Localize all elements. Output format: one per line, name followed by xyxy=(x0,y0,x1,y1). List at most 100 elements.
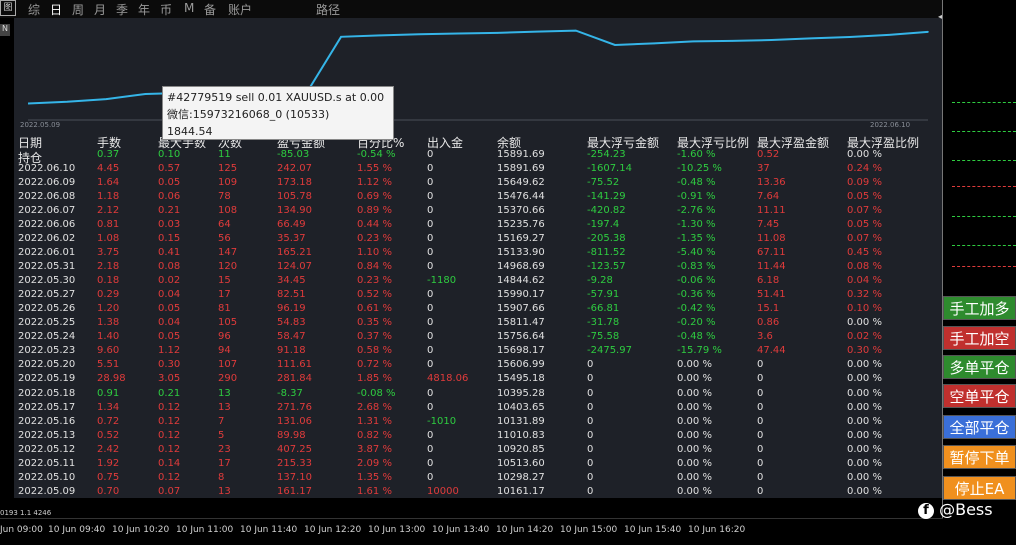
cell-lots: 1.34 xyxy=(97,401,120,413)
chart-menu-icon[interactable]: 图 xyxy=(0,0,16,16)
cell-max-lots: 0.12 xyxy=(158,401,181,413)
cell-max-floating-loss-pct: 0.00 % xyxy=(677,457,712,469)
cell-date: 2022.06.06 xyxy=(18,219,76,231)
cell-max-floating-profit: 11.11 xyxy=(757,205,786,217)
cell-lots: 2.18 xyxy=(97,261,120,273)
close-short-button[interactable]: 空单平仓 xyxy=(943,384,1016,408)
cell-max-floating-profit-pct: 0.05 % xyxy=(847,219,882,231)
tab-3[interactable]: 月 xyxy=(94,1,106,18)
cell-date: 2022.06.01 xyxy=(18,247,76,259)
cell-max-floating-profit-pct: 0.00 % xyxy=(847,317,882,329)
cell-lots: 2.42 xyxy=(97,443,120,455)
cell-deposit: 0 xyxy=(427,345,434,357)
cell-deposit: 0 xyxy=(427,247,434,259)
cell-date: 2022.05.13 xyxy=(18,429,76,441)
tab-4[interactable]: 季 xyxy=(116,1,128,18)
manual-add-short-button[interactable]: 手工加空 xyxy=(943,326,1016,350)
cell-date: 2022.05.18 xyxy=(18,387,76,399)
cell-max-floating-loss: 0 xyxy=(587,485,594,497)
cell-count: 290 xyxy=(218,373,238,385)
cell-max-lots: 0.06 xyxy=(158,191,181,203)
tab-6[interactable]: 币 xyxy=(160,1,172,18)
cell-lots: 1.38 xyxy=(97,317,120,329)
cell-balance: 15495.18 xyxy=(497,373,545,385)
cell-date: 2022.05.10 xyxy=(18,471,76,483)
trade-tooltip: #42779519 sell 0.01 XAUUSD.s at 0.00 微信:… xyxy=(162,86,394,140)
cell-max-lots: 3.05 xyxy=(158,373,181,385)
cell-date: 2022.05.31 xyxy=(18,261,76,273)
cell-percent: 1.31 % xyxy=(357,415,392,427)
equity-point xyxy=(731,40,734,42)
cell-max-floating-profit-pct: 0.02 % xyxy=(847,331,882,343)
cell-max-floating-loss-pct: 0.00 % xyxy=(677,401,712,413)
cell-max-lots: 0.07 xyxy=(158,485,181,497)
cell-percent: 0.23 % xyxy=(357,233,392,245)
close-all-button[interactable]: 全部平仓 xyxy=(943,415,1016,439)
cell-deposit: 0 xyxy=(427,177,434,189)
cell-percent: 3.87 % xyxy=(357,443,392,455)
cell-max-floating-loss-pct: -15.79 % xyxy=(677,345,722,357)
equity-point xyxy=(770,39,773,41)
tab-10[interactable]: 路径 xyxy=(316,1,340,18)
cell-max-floating-loss: 0 xyxy=(587,373,594,385)
cell-max-floating-profit: 0 xyxy=(757,387,764,399)
cell-max-lots: 0.41 xyxy=(158,247,181,259)
cell-max-floating-profit: 15.1 xyxy=(757,303,780,315)
cell-deposit: 0 xyxy=(427,387,434,399)
cell-pnl: 105.78 xyxy=(277,191,312,203)
cell-deposit: 10000 xyxy=(427,485,459,497)
cell-max-floating-profit-pct: 0.08 % xyxy=(847,261,882,273)
cell-max-floating-loss: -254.23 xyxy=(587,149,626,160)
cell-deposit: 0 xyxy=(427,359,434,371)
tab-1[interactable]: 日 xyxy=(50,1,62,18)
tab-2[interactable]: 周 xyxy=(72,1,84,18)
pause-orders-button[interactable]: 暂停下单 xyxy=(943,445,1016,469)
price-level-line xyxy=(952,216,1016,217)
cell-max-floating-loss-pct: 0.00 % xyxy=(677,429,712,441)
stop-ea-button[interactable]: 停止EA xyxy=(943,476,1016,500)
equity-point xyxy=(144,93,147,95)
cell-max-floating-profit-pct: 0.00 % xyxy=(847,457,882,469)
cell-percent: 1.10 % xyxy=(357,247,392,259)
cell-max-floating-loss: 0 xyxy=(587,415,594,427)
cell-deposit: -1010 xyxy=(427,415,457,427)
cell-deposit: 0 xyxy=(427,303,434,315)
cell-date: 2022.06.09 xyxy=(18,177,76,189)
cell-pnl: 58.47 xyxy=(277,331,306,343)
tab-8[interactable]: 备 xyxy=(204,1,216,18)
cell-deposit: 0 xyxy=(427,443,434,455)
cell-balance: 14844.62 xyxy=(497,275,545,287)
cell-max-floating-profit-pct: 0.32 % xyxy=(847,289,882,301)
equity-point xyxy=(379,34,381,37)
cell-percent: 1.12 % xyxy=(357,177,392,189)
cell-count: 23 xyxy=(218,443,231,455)
cell-pnl: -85.03 xyxy=(277,149,310,160)
time-label: 10 Jun 13:00 xyxy=(368,525,426,535)
tab-7[interactable]: M xyxy=(184,1,194,15)
cell-balance: 15476.44 xyxy=(497,191,545,203)
cell-deposit: -1180 xyxy=(427,275,457,287)
tab-5[interactable]: 年 xyxy=(138,1,150,18)
cell-max-floating-profit: 0 xyxy=(757,359,764,371)
tab-9[interactable]: 账户 xyxy=(228,1,252,18)
time-label: 10 Jun 10:20 xyxy=(112,525,170,535)
cell-lots: 0.37 xyxy=(97,149,120,160)
cell-max-floating-profit: 11.44 xyxy=(757,261,786,273)
close-long-button[interactable]: 多单平仓 xyxy=(943,355,1016,379)
cell-pnl: 66.49 xyxy=(277,219,306,231)
cell-max-floating-profit: 0 xyxy=(757,401,764,413)
price-level-line xyxy=(952,245,1016,246)
scroll-marker-icon[interactable]: ◂ xyxy=(938,12,942,21)
equity-point xyxy=(418,33,421,36)
cell-pnl: 124.07 xyxy=(277,261,312,273)
manual-add-long-button[interactable]: 手工加多 xyxy=(943,296,1016,320)
cell-max-floating-profit-pct: 0.00 % xyxy=(847,359,882,371)
cell-count: 13 xyxy=(218,485,231,497)
cell-max-floating-loss: 0 xyxy=(587,429,594,441)
cell-lots: 0.81 xyxy=(97,219,120,231)
tab-0[interactable]: 综 xyxy=(28,1,40,18)
cell-max-lots: 0.05 xyxy=(158,331,181,343)
cell-pnl: 281.84 xyxy=(277,373,312,385)
cell-date: 2022.05.24 xyxy=(18,331,76,343)
cell-max-floating-profit-pct: 0.00 % xyxy=(847,471,882,483)
